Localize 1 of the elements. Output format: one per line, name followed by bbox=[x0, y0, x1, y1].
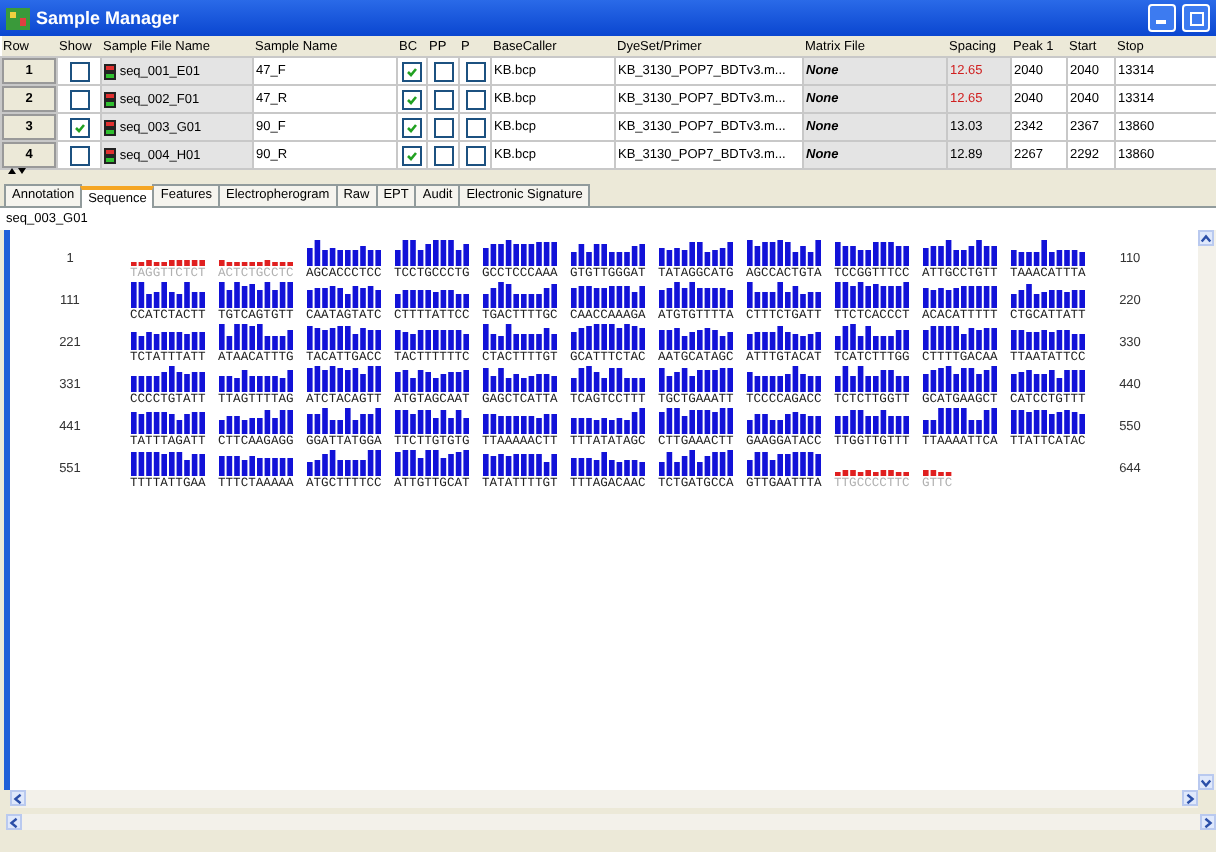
window-title: Sample Manager bbox=[36, 8, 180, 28]
